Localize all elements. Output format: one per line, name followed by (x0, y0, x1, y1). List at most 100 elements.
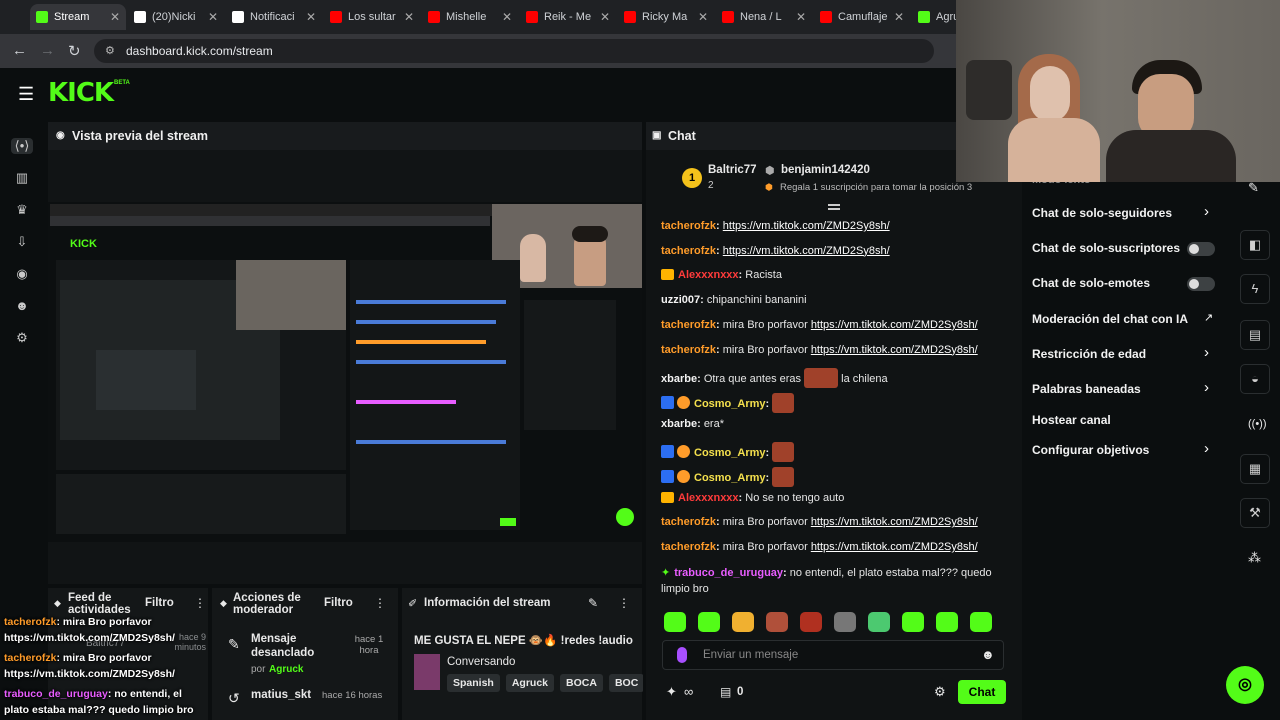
quick-emote[interactable] (936, 612, 958, 632)
chat-username[interactable]: tacherofzk (661, 541, 716, 553)
tab-close-icon[interactable]: ✕ (208, 10, 218, 24)
chat-message[interactable]: Cosmo_Army: (661, 442, 795, 463)
settings-icon[interactable]: ⚙ (14, 330, 30, 346)
quick-emote[interactable] (664, 612, 686, 632)
chat-username[interactable]: trabuco_de_uruguay (674, 567, 783, 579)
document-icon[interactable]: ▤ (1240, 320, 1270, 350)
chat-username[interactable]: xbarbe (661, 418, 697, 430)
setting-item[interactable]: Moderación del chat con IA (1032, 312, 1188, 326)
tab-close-icon[interactable]: ✕ (502, 10, 512, 24)
chat-link[interactable]: https://vm.tiktok.com/ZMD2Sy8sh/ (811, 319, 978, 331)
chat-message[interactable]: uzzi007: chipanchini bananini (661, 294, 807, 306)
emoji-icon[interactable]: ☻ (981, 647, 995, 662)
edit-icon[interactable]: ✎ (588, 596, 598, 610)
category-name[interactable]: Conversando (447, 656, 515, 668)
chat-username[interactable]: tacherofzk (661, 344, 716, 356)
forward-icon[interactable]: → (40, 42, 55, 59)
gifter-name[interactable]: Baltric77 (708, 164, 757, 176)
browser-tab[interactable]: Notificaci ✕ (226, 4, 322, 30)
setting-item[interactable]: Hostear canal (1032, 413, 1111, 427)
chat-message[interactable]: Cosmo_Army: (661, 467, 795, 487)
dots-icon[interactable]: ⁂ (1248, 550, 1261, 566)
back-icon[interactable]: ← (12, 42, 27, 59)
chat-username[interactable]: Cosmo_Army (694, 398, 766, 410)
chevron-right-icon[interactable]: › (1204, 379, 1209, 396)
gifter2-name[interactable]: benjamin142420 (781, 164, 870, 176)
chat-username[interactable]: tacherofzk (661, 245, 716, 257)
chevron-right-icon[interactable]: › (1204, 203, 1209, 220)
browser-tab[interactable]: Stream ✕ (30, 4, 126, 30)
browser-tab[interactable]: Los sultar ✕ (324, 4, 420, 30)
community-icon[interactable]: ☻ (14, 298, 30, 314)
setting-toggle[interactable] (1187, 277, 1215, 291)
users-icon[interactable]: ✦ (666, 684, 677, 700)
trophy-icon[interactable]: ♛ (14, 202, 30, 218)
chat-message[interactable]: tacherofzk: mira Bro porfavor https://vm… (661, 319, 978, 331)
chat-link[interactable]: https://vm.tiktok.com/ZMD2Sy8sh/ (811, 541, 978, 553)
tab-close-icon[interactable]: ✕ (404, 10, 414, 24)
browser-tab[interactable]: Ricky Ma ✕ (618, 4, 714, 30)
tab-close-icon[interactable]: ✕ (698, 10, 708, 24)
chat-message[interactable]: tacherofzk: mira Bro porfavor https://vm… (661, 344, 978, 356)
analytics-icon[interactable]: ▥ (14, 170, 30, 186)
feed-filter-button[interactable]: Filtro (145, 597, 174, 609)
gifter-cta[interactable]: Regala 1 suscripción para tomar la posic… (780, 182, 972, 193)
chat-username[interactable]: Alexxxnxxx (678, 269, 739, 281)
wrench-icon[interactable]: ⚒ (1240, 498, 1270, 528)
stream-tag[interactable]: BOC (608, 674, 643, 692)
browser-tab[interactable]: Nena / L ✕ (716, 4, 812, 30)
camera-icon[interactable]: ◉ (14, 266, 30, 282)
bolt-icon[interactable]: ϟ (1240, 274, 1270, 304)
quick-emote[interactable] (766, 612, 788, 632)
speech-icon[interactable]: ◒ (1240, 364, 1270, 394)
chat-username[interactable]: tacherofzk (661, 220, 716, 232)
chat-username[interactable]: uzzi007 (661, 294, 700, 306)
quick-emote[interactable] (698, 612, 720, 632)
info-more-icon[interactable]: ⋮ (618, 596, 630, 610)
quick-emote[interactable] (732, 612, 754, 632)
mic-icon[interactable] (677, 647, 687, 663)
tab-close-icon[interactable]: ✕ (110, 10, 120, 24)
browser-tab[interactable]: (20)Nicki ✕ (128, 4, 224, 30)
chat-username[interactable]: tacherofzk (661, 319, 716, 331)
quick-emote[interactable] (800, 612, 822, 632)
message-input[interactable]: Enviar un mensaje ☻ (662, 640, 1004, 670)
stream-icon[interactable]: ⟨•⟩ (11, 138, 33, 154)
chat-message[interactable]: Alexxxnxxx: No se no tengo auto (661, 491, 844, 504)
quick-emote[interactable] (834, 612, 856, 632)
chat-message[interactable]: Alexxxnxxx: Racista (661, 269, 782, 281)
tab-close-icon[interactable]: ✕ (306, 10, 316, 24)
tab-close-icon[interactable]: ✕ (600, 10, 610, 24)
site-info-icon[interactable]: ⚙ (105, 39, 115, 63)
chat-username[interactable]: Cosmo_Army (694, 472, 766, 484)
chat-message[interactable]: xbarbe: Otra que antes eras la chilena (661, 368, 888, 389)
browser-tab[interactable]: Agru (912, 4, 956, 30)
chat-message[interactable]: Cosmo_Army: (661, 392, 795, 413)
stream-tag[interactable]: Spanish (447, 674, 500, 692)
setting-item[interactable]: Palabras baneadas (1032, 382, 1141, 396)
chat-message[interactable]: ✦ trabuco_de_uruguay: no entendi, el plat… (661, 566, 992, 579)
setting-item[interactable]: Configurar objetivos (1032, 443, 1149, 457)
chevron-right-icon[interactable]: › (1204, 440, 1209, 457)
quick-emote[interactable] (868, 612, 890, 632)
setting-toggle[interactable] (1187, 242, 1215, 256)
chat-link[interactable]: https://vm.tiktok.com/ZMD2Sy8sh/ (811, 516, 978, 528)
feed-more-icon[interactable]: ⋮ (194, 596, 206, 610)
support-chat-button[interactable]: ◎ (1226, 666, 1264, 704)
pinned-drag-handle[interactable] (828, 204, 840, 210)
chat-username[interactable]: xbarbe (661, 373, 697, 385)
browser-tab[interactable]: Camuflaje ✕ (814, 4, 910, 30)
stream-tag[interactable]: Agruck (505, 674, 555, 692)
chat-link[interactable]: https://vm.tiktok.com/ZMD2Sy8sh/ (811, 344, 978, 356)
browser-tab[interactable]: Mishelle ✕ (422, 4, 518, 30)
kick-logo[interactable]: KICK (48, 78, 114, 108)
chat-message[interactable]: tacherofzk: mira Bro porfavor https://vm… (661, 541, 978, 553)
chat-username[interactable]: Alexxxnxxx (678, 492, 739, 504)
url-field[interactable]: ⚙ dashboard.kick.com/stream (94, 39, 934, 63)
tab-close-icon[interactable]: ✕ (796, 10, 806, 24)
chat-settings-icon[interactable]: ⚙ (934, 684, 946, 700)
mod-more-icon[interactable]: ⋮ (374, 596, 386, 610)
upload-icon[interactable]: ⇩ (14, 234, 30, 250)
qr-icon[interactable]: ◧ (1240, 230, 1270, 260)
reload-icon[interactable]: ↻ (68, 42, 81, 60)
